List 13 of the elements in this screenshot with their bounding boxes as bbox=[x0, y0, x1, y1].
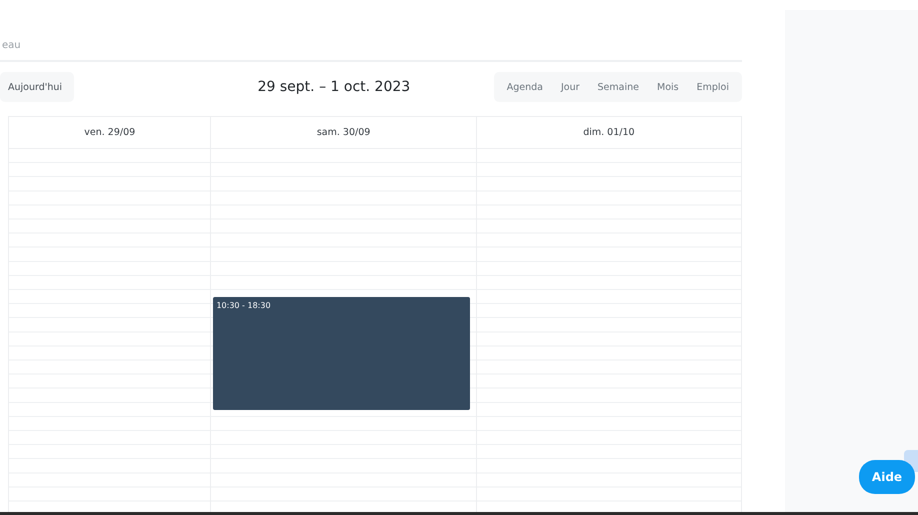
view-tab[interactable]: Emploi bbox=[688, 72, 738, 102]
day-header: ven. 29/09 bbox=[9, 117, 210, 149]
date-range-title: 29 sept. – 1 oct. 2023 bbox=[258, 79, 410, 95]
day-header: sam. 30/09 bbox=[211, 117, 476, 149]
breadcrumb-text[interactable]: eau bbox=[2, 40, 21, 51]
view-tab[interactable]: Agenda bbox=[498, 72, 552, 102]
view-tab[interactable]: Jour bbox=[552, 72, 589, 102]
day-header: dim. 01/10 bbox=[476, 117, 742, 149]
view-tab[interactable]: Mois bbox=[648, 72, 688, 102]
help-button[interactable]: Aide bbox=[859, 460, 915, 494]
view-tab[interactable]: Semaine bbox=[588, 72, 648, 102]
today-button[interactable]: Aujourd'hui bbox=[0, 72, 74, 102]
calendar-event[interactable]: 10:30 - 18:30 bbox=[213, 297, 470, 410]
